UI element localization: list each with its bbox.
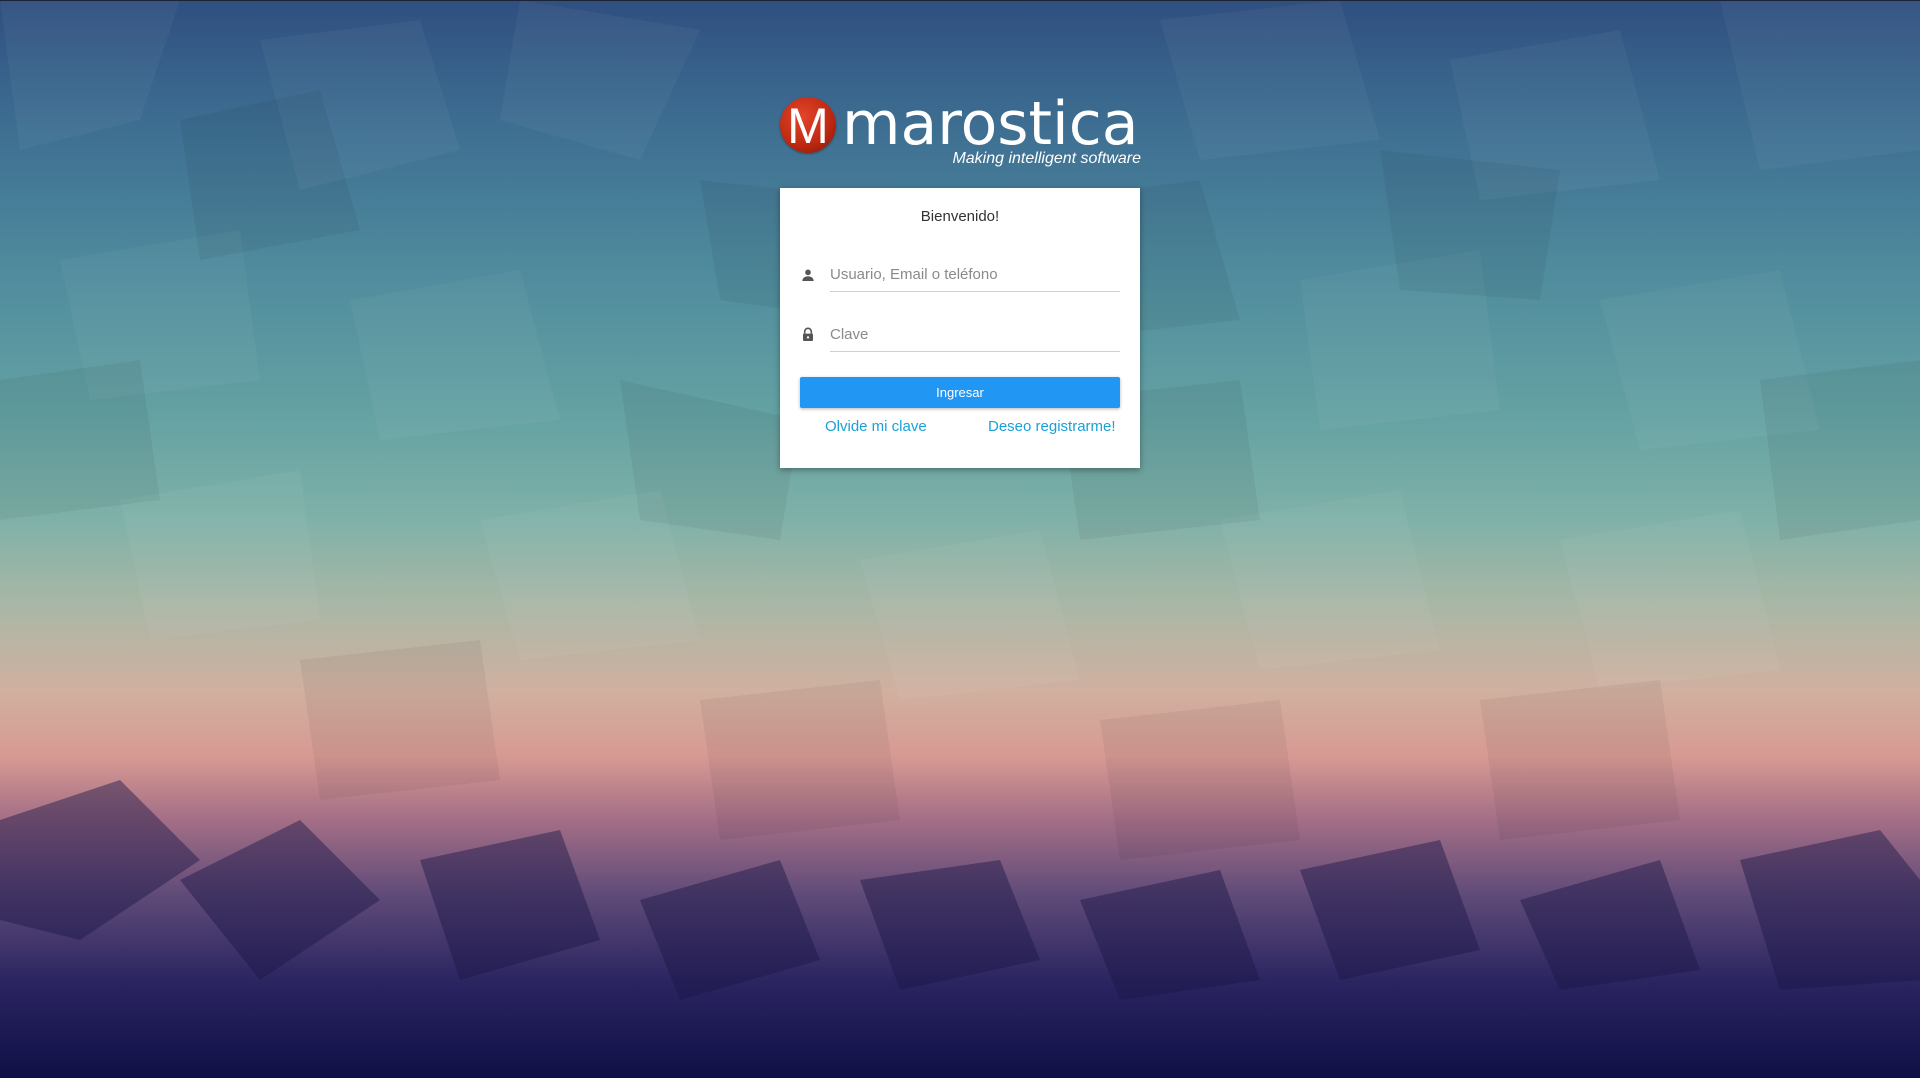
username-field	[800, 257, 1120, 292]
logo-emblem: M	[780, 97, 836, 153]
top-edge-line	[0, 0, 1920, 1]
logo-tagline: Making intelligent software	[952, 150, 1141, 167]
marostica-logo: M Marostica Making intelligent software	[780, 89, 1145, 170]
logo-letter: M	[787, 98, 829, 154]
login-card: Bienvenido! Ingresar Olvide mi clave Des…	[780, 188, 1140, 468]
login-title: Bienvenido!	[920, 208, 1000, 225]
password-field	[800, 317, 1120, 352]
username-input[interactable]	[830, 257, 1120, 292]
password-input[interactable]	[830, 317, 1120, 352]
register-link[interactable]: Deseo registrarme!	[988, 418, 1116, 435]
lock-icon	[803, 327, 813, 341]
login-button[interactable]: Ingresar	[800, 377, 1120, 408]
forgot-password-link[interactable]: Olvide mi clave	[825, 418, 927, 435]
person-icon	[802, 269, 814, 281]
